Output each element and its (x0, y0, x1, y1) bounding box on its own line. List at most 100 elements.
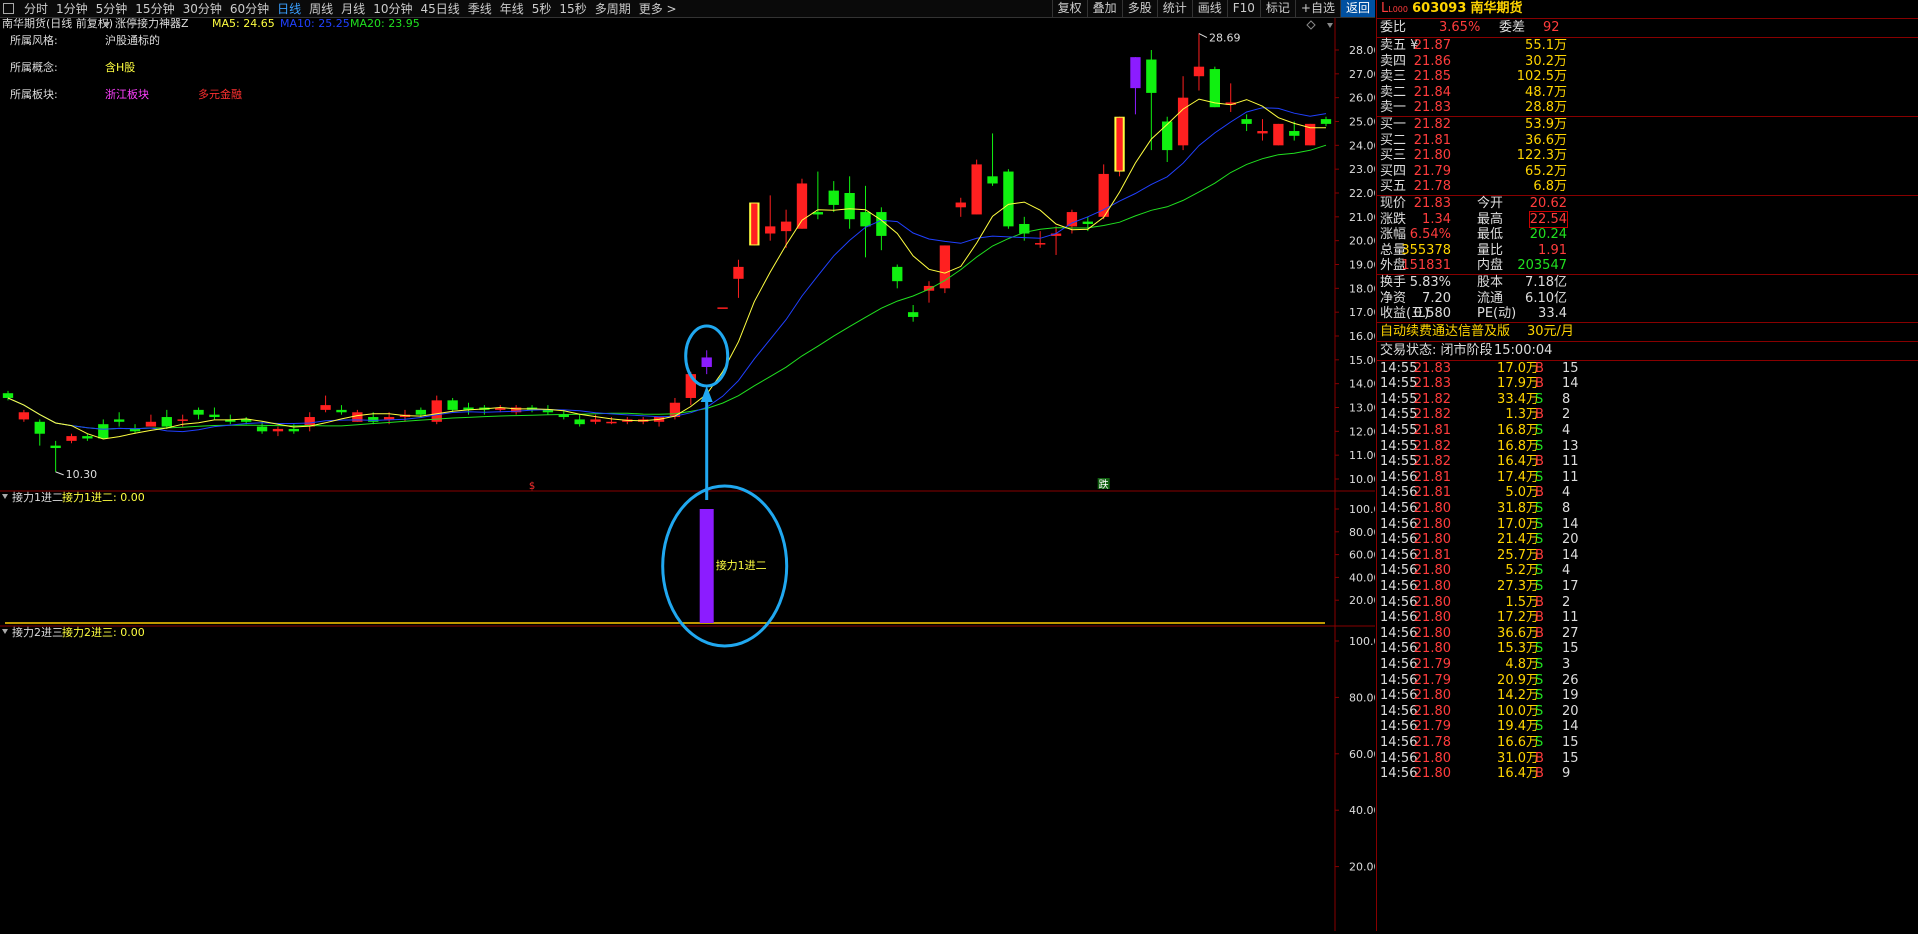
toolbar-button[interactable]: +自选 (1294, 0, 1340, 17)
candle-body (987, 176, 998, 184)
toolbar-button[interactable]: 画线 (1191, 0, 1227, 17)
sub1-tick-label: 80.00 (1349, 526, 1375, 539)
tick-volume: 16.6万 (1497, 734, 1539, 750)
tick-list[interactable]: 14:55 21.83 17.0万 B 15 14:55 21.83 17.9万 B 14 14:5… (1377, 361, 1918, 782)
tick-row: 14:56 21.80 17.0万 S 14 (1377, 517, 1918, 533)
tick-row: 14:55 21.81 16.8万 S 4 (1377, 423, 1918, 439)
price-tick-label: 22.00 (1349, 187, 1375, 200)
quote-label: 今开 (1477, 195, 1504, 211)
period-tab[interactable]: 5秒 (528, 0, 556, 17)
sub1-tick-label: 40.00 (1349, 571, 1375, 584)
candle-body (971, 164, 982, 215)
tick-row: 14:56 21.79 4.8万 S 3 (1377, 657, 1918, 673)
candle-body (780, 221, 792, 232)
period-tab[interactable]: 季线 (464, 0, 496, 17)
bid-row: 买二 21.81 36.6万 (1377, 133, 1918, 149)
tick-price: 21.82 (1413, 438, 1451, 454)
period-tab[interactable]: 45日线 (416, 0, 463, 17)
stat-value: 5.83% (1409, 274, 1451, 290)
kline-chart-svg[interactable]: 28.00 27.00 26.00 25.00 24.00 23.00 22.00 21.00… (0, 16, 1388, 931)
period-tab[interactable]: 1分钟 (52, 0, 92, 17)
tick-volume: 21.4万 (1497, 532, 1539, 548)
period-tab[interactable]: 多周期 (591, 0, 635, 17)
candle-body (193, 409, 204, 415)
info-value: 含H股 (105, 60, 135, 74)
candle-body (828, 190, 839, 205)
tick-row: 14:55 21.82 16.8万 S 13 (1377, 439, 1918, 455)
tick-row: 14:55 21.82 16.4万 B 11 (1377, 454, 1918, 470)
bid-label: 买一 (1380, 116, 1407, 132)
period-tab[interactable]: 分时 (20, 0, 52, 17)
info-value: 浙江板块 (105, 87, 149, 101)
price-tick-label: 13.00 (1349, 402, 1375, 415)
candle-body (1035, 243, 1046, 245)
quote-label: 现价 (1380, 195, 1407, 211)
tick-time: 14:55 (1380, 391, 1418, 407)
candle-body (1146, 59, 1157, 93)
period-tab[interactable]: 5分钟 (92, 0, 132, 17)
toolbar-button[interactable]: 标记 (1259, 0, 1295, 17)
toolbar-button[interactable]: 统计 (1156, 0, 1192, 17)
ma20-line (7, 144, 1327, 430)
candle-body (1273, 123, 1284, 146)
candle-body (1066, 212, 1078, 227)
tick-price: 21.80 (1413, 641, 1451, 657)
promo-row[interactable]: 自动续费通达信普及版 30元/月 (1377, 323, 1918, 342)
info-label: 所属风格: (10, 33, 58, 47)
sub1-value: 接力1进二: 0.00 (62, 491, 145, 504)
bid-price: 21.79 (1413, 163, 1451, 179)
toolbar-button[interactable]: 返回 (1339, 0, 1375, 17)
tick-time: 14:56 (1380, 469, 1418, 485)
tick-row: 14:56 21.80 1.5万 B 2 (1377, 595, 1918, 611)
promo-price[interactable]: 30元/月 (1527, 323, 1574, 341)
candle-body (415, 409, 427, 415)
toolbar-button[interactable]: 多股 (1121, 0, 1157, 17)
period-tab[interactable]: 10分钟 (369, 0, 416, 17)
price-tick-label: 15.00 (1349, 354, 1375, 367)
tick-price: 21.80 (1413, 703, 1451, 719)
ma10-line (7, 107, 1327, 433)
tick-volume: 1.5万 (1505, 594, 1539, 610)
period-tab[interactable]: 年线 (496, 0, 528, 17)
bid-levels: 买一 21.82 53.9万 买二 21.81 36.6万 买三 21.80 122.3万 买四 2… (1377, 117, 1918, 196)
tick-time: 14:56 (1380, 703, 1418, 719)
period-tab[interactable]: 60分钟 (226, 0, 273, 17)
price-tick-label: 28.00 (1349, 44, 1375, 57)
quote-label: 涨幅 (1380, 227, 1407, 243)
promo-text[interactable]: 自动续费通达信普及版 (1380, 323, 1510, 341)
tick-time: 14:56 (1380, 625, 1418, 641)
toolbar-button[interactable]: 叠加 (1086, 0, 1122, 17)
tick-count: 26 (1562, 672, 1579, 688)
menu-square-icon[interactable] (3, 3, 14, 14)
dropdown-icon (1327, 23, 1333, 28)
period-tab[interactable]: 周线 (305, 0, 337, 17)
high-pointer (1198, 33, 1208, 39)
tick-count: 14 (1562, 547, 1579, 563)
tick-time: 14:56 (1380, 501, 1418, 517)
period-tab[interactable]: 15分钟 (131, 0, 178, 17)
candle-body (876, 212, 887, 236)
kline-chart-area[interactable]: 28.00 27.00 26.00 25.00 24.00 23.00 22.00 21.00… (0, 16, 1388, 931)
toolbar-button[interactable]: F10 (1226, 0, 1260, 17)
tick-volume: 25.7万 (1497, 547, 1539, 563)
candle-body (1162, 121, 1173, 151)
sub2-tick-label: 60.00 (1349, 748, 1375, 761)
tick-time: 14:56 (1380, 734, 1418, 750)
period-tab[interactable]: 30分钟 (179, 0, 226, 17)
period-tab[interactable]: 日线 (273, 0, 305, 17)
tick-time: 14:55 (1380, 376, 1418, 392)
period-tab[interactable]: 15秒 (555, 0, 590, 17)
tick-volume: 16.4万 (1497, 454, 1539, 470)
toolbar-button[interactable]: 复权 (1051, 0, 1087, 17)
quote-value: 20.24 (1529, 227, 1567, 243)
tick-row: 14:56 21.80 31.8万 S 8 (1377, 501, 1918, 517)
tick-volume: 17.9万 (1497, 376, 1539, 392)
tick-price: 21.80 (1413, 532, 1451, 548)
tick-side: S (1535, 469, 1544, 485)
tick-price: 21.80 (1413, 579, 1451, 594)
period-tab[interactable]: 更多 > (635, 0, 681, 17)
period-tab[interactable]: 月线 (337, 0, 369, 17)
tick-price: 21.80 (1413, 516, 1451, 532)
tick-row: 14:56 21.80 31.0万 B 15 (1377, 751, 1918, 767)
price-tick-label: 24.00 (1349, 139, 1375, 152)
